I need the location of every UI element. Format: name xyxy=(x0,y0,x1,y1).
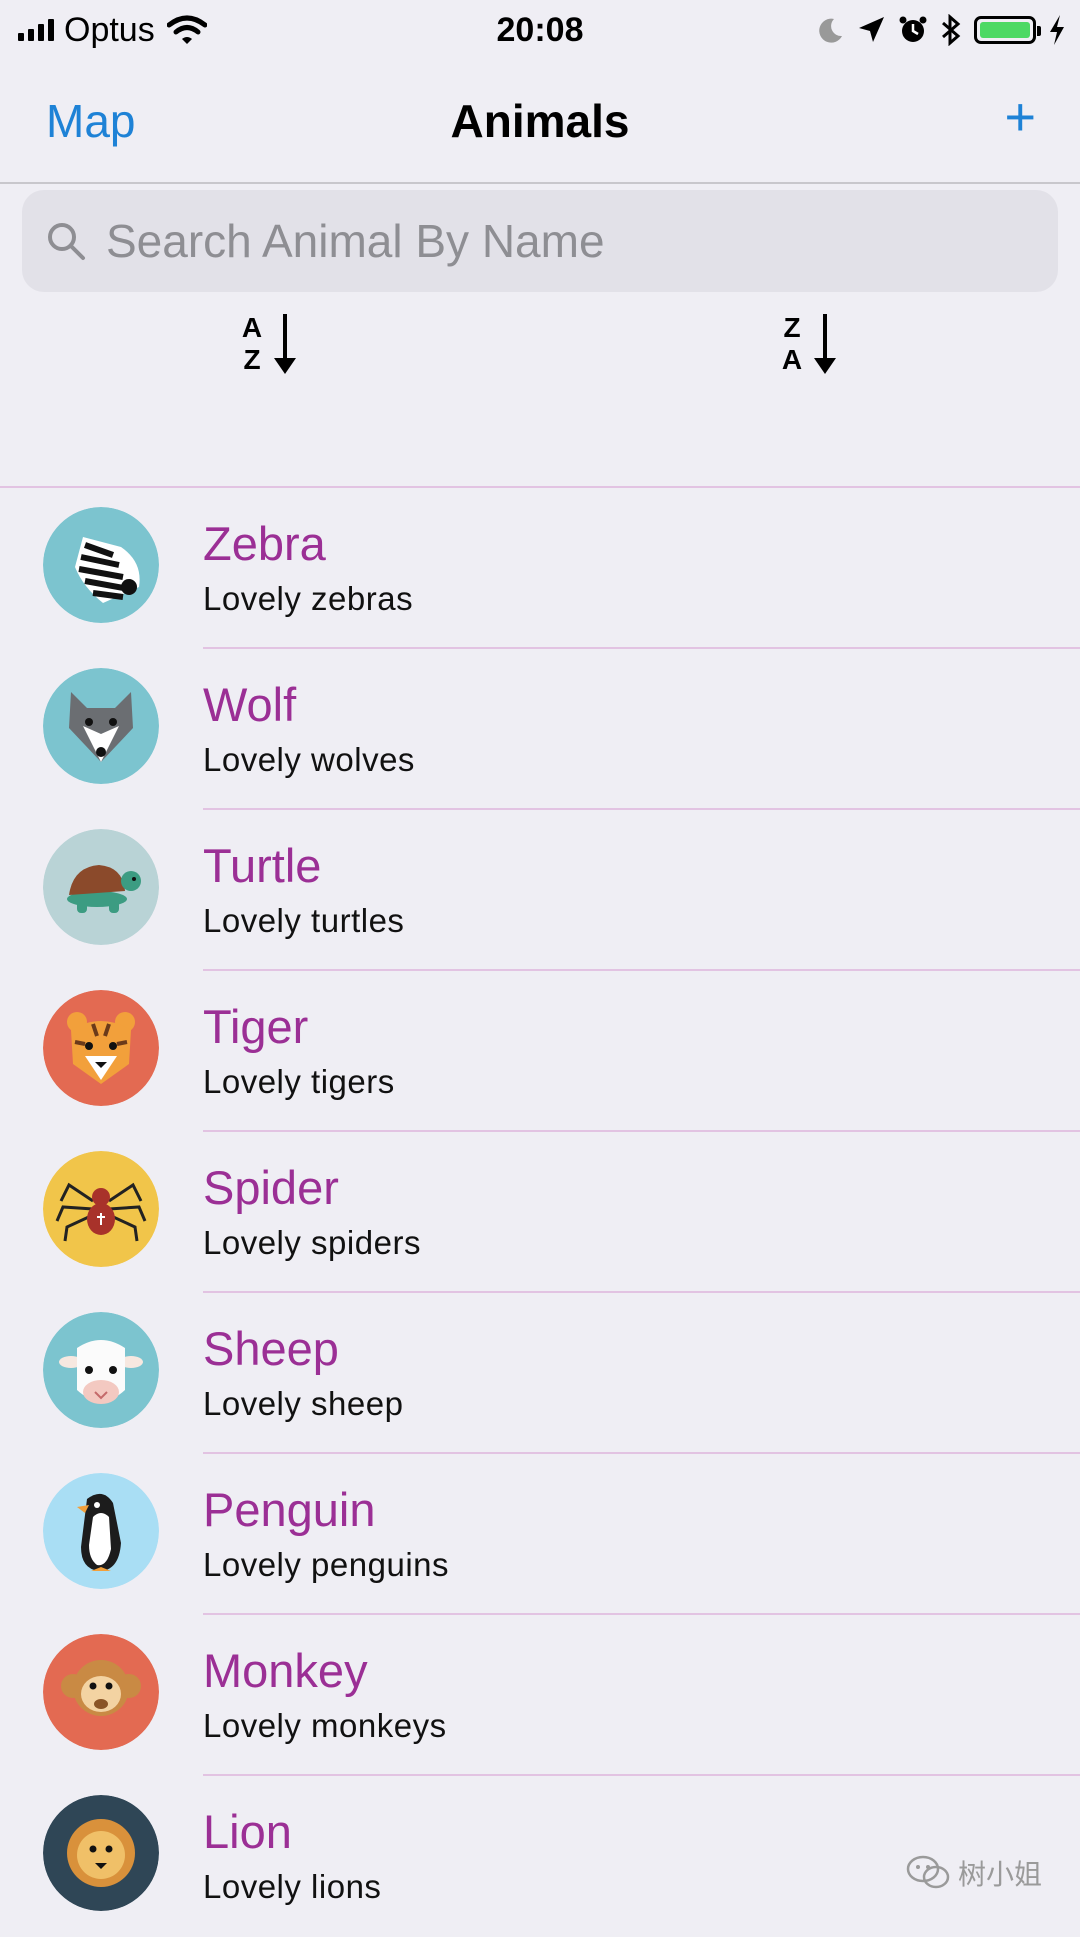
page-title: Animals xyxy=(450,95,630,147)
animal-name: Zebra xyxy=(203,517,326,570)
search-input[interactable] xyxy=(106,214,1006,268)
animal-list: Zebra Lovely zebras Wolf Lovely wolves T… xyxy=(0,488,1080,1937)
list-item[interactable]: Penguin Lovely penguins xyxy=(0,1454,1080,1615)
spider-icon xyxy=(43,1151,159,1267)
watermark: 树小姐 xyxy=(906,1853,1042,1893)
tiger-icon xyxy=(43,990,159,1106)
animal-description: Lovely wolves xyxy=(203,741,415,778)
add-button[interactable]: + xyxy=(1004,86,1036,148)
list-item[interactable]: Zebra Lovely zebras xyxy=(0,488,1080,649)
list-item[interactable]: Tiger Lovely tigers xyxy=(0,971,1080,1132)
list-item[interactable]: Sheep Lovely sheep xyxy=(0,1293,1080,1454)
animal-description: Lovely sheep xyxy=(203,1385,404,1422)
sort-descending-button[interactable]: Z A xyxy=(780,312,850,376)
sort-za-bottom: A xyxy=(781,344,803,375)
animal-name: Spider xyxy=(203,1161,339,1214)
animal-description: Lovely spiders xyxy=(203,1224,421,1261)
animal-name: Monkey xyxy=(203,1644,368,1697)
list-item[interactable]: Spider Lovely spiders xyxy=(0,1132,1080,1293)
search-icon xyxy=(48,223,85,260)
animal-description: Lovely monkeys xyxy=(203,1707,447,1744)
moon-icon xyxy=(819,18,842,43)
penguin-icon xyxy=(43,1473,159,1589)
bluetooth-icon xyxy=(942,14,961,46)
down-arrow-icon xyxy=(814,314,836,374)
search-bar[interactable] xyxy=(22,190,1058,292)
battery-icon xyxy=(974,16,1041,44)
animal-name: Sheep xyxy=(203,1322,339,1375)
watermark-text: 树小姐 xyxy=(957,1859,1042,1890)
sort-za-top: Z xyxy=(783,312,801,343)
animal-name: Tiger xyxy=(203,1000,309,1053)
list-item[interactable]: Turtle Lovely turtles xyxy=(0,810,1080,971)
list-item[interactable]: Wolf Lovely wolves xyxy=(0,649,1080,810)
wechat-icon xyxy=(906,1855,950,1889)
location-arrow-icon xyxy=(859,17,884,42)
list-item[interactable]: Monkey Lovely monkeys xyxy=(0,1615,1080,1776)
animal-description: Lovely penguins xyxy=(203,1546,450,1583)
animal-description: Lovely turtles xyxy=(203,902,405,939)
animal-description: Lovely lions xyxy=(203,1868,382,1905)
animal-name: Wolf xyxy=(203,678,297,731)
sort-az-icon: A Z xyxy=(240,312,264,376)
sort-az-top: A xyxy=(241,312,263,343)
alarm-icon xyxy=(899,16,927,42)
down-arrow-icon xyxy=(274,314,296,374)
lion-icon xyxy=(43,1795,159,1911)
navigation-bar: Map Animals + xyxy=(0,60,1080,184)
status-bar: Optus 20:08 xyxy=(0,0,1080,60)
sort-za-icon: Z A xyxy=(780,312,804,376)
charging-bolt-icon xyxy=(1050,15,1064,45)
turtle-icon xyxy=(43,829,159,945)
sheep-icon xyxy=(43,1312,159,1428)
sort-az-bottom: Z xyxy=(243,344,261,375)
animal-name: Turtle xyxy=(203,839,322,892)
zebra-icon xyxy=(43,507,159,623)
sort-ascending-button[interactable]: A Z xyxy=(240,312,310,376)
monkey-icon xyxy=(43,1634,159,1750)
animal-name: Lion xyxy=(203,1805,292,1858)
animal-description: Lovely tigers xyxy=(203,1063,395,1100)
animal-description: Lovely zebras xyxy=(203,580,414,617)
wolf-icon xyxy=(43,668,159,784)
animal-name: Penguin xyxy=(203,1483,376,1536)
status-right xyxy=(816,10,1066,50)
